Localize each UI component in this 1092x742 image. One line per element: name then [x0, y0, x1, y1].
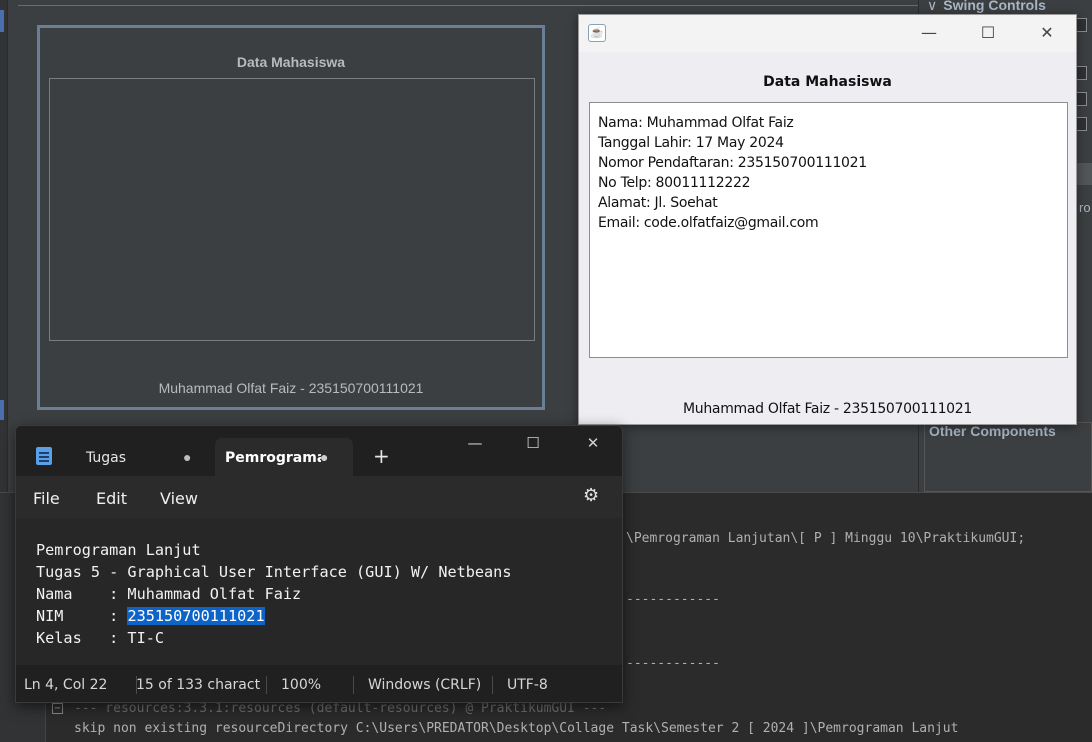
minimize-button[interactable]: — [906, 19, 952, 49]
output-line: --- resources:3.3.1:resources (default-r… [74, 701, 607, 716]
info-line-alamat: Alamat: Jl. Soehat [598, 195, 718, 211]
output-line: \Pemrograman Lanjutan\[ P ] Minggu 10\Pr… [626, 531, 1026, 546]
minimize-button[interactable]: — [446, 428, 504, 460]
swing-content: Data Mahasiswa Nama: Muhammad Olfat Faiz… [579, 52, 1076, 424]
notepad-app-icon [36, 447, 52, 465]
tab-label: Pemrograman Lanjut [225, 450, 321, 466]
palette-category-swing-controls[interactable]: ∨ Swing Controls [927, 0, 1046, 14]
notepad-menubar: File Edit View ⚙ [16, 476, 622, 518]
palette-category-label: Other Components [929, 423, 1056, 439]
design-form-textarea[interactable] [49, 78, 535, 341]
unsaved-dot-icon[interactable]: ● [320, 449, 328, 465]
swing-heading: Data Mahasiswa [763, 74, 892, 90]
swing-titlebar[interactable]: ☕ — ☐ ✕ [579, 15, 1076, 52]
editor-text[interactable]: Pemrograman Lanjut Tugas 5 - Graphical U… [36, 539, 511, 649]
design-form-panel[interactable]: Data Mahasiswa Muhammad Olfat Faiz - 235… [37, 25, 545, 410]
strip-marker [0, 400, 4, 420]
output-line: skip non existing resourceDirectory C:\U… [74, 721, 959, 736]
student-info-textarea[interactable]: Nama: Muhammad Olfat Faiz Tanggal Lahir:… [589, 102, 1068, 358]
close-button[interactable]: ✕ [1024, 19, 1070, 49]
info-line-email: Email: code.olfatfaiz@gmail.com [598, 215, 819, 231]
palette-item-label: ro [1079, 200, 1091, 215]
menu-view[interactable]: View [160, 489, 198, 508]
palette-category-label: Swing Controls [943, 0, 1046, 13]
status-line-ending[interactable]: Windows (CRLF) [368, 677, 481, 693]
notepad-window[interactable]: Tugas ● Pemrograman Lanjut ● + — ☐ ✕ Fil… [15, 425, 623, 703]
menu-file[interactable]: File [33, 489, 60, 508]
editor-line: Pemrograman Lanjut [36, 541, 201, 559]
selected-text[interactable]: 235150700111021 [127, 607, 265, 625]
status-cursor-position[interactable]: Ln 4, Col 22 [24, 677, 107, 693]
output-line: ------------ [626, 656, 720, 671]
status-divider [266, 676, 267, 694]
status-encoding[interactable]: UTF-8 [507, 677, 548, 693]
notepad-statusbar: Ln 4, Col 22 15 of 133 characte 100% Win… [16, 666, 622, 702]
design-form-footer[interactable]: Muhammad Olfat Faiz - 235150700111021 [40, 380, 542, 396]
maximize-button[interactable]: ☐ [504, 428, 562, 460]
fold-toggle-icon[interactable]: − [52, 703, 63, 714]
strip-marker [0, 10, 4, 32]
design-form-title[interactable]: Data Mahasiswa [40, 54, 542, 70]
output-line: ------------ [626, 592, 720, 607]
status-divider [353, 676, 354, 694]
info-line-tanggal-lahir: Tanggal Lahir: 17 May 2024 [598, 135, 784, 151]
tab-tugas[interactable]: Tugas ● [68, 438, 218, 476]
palette-category-other-components[interactable]: Other Components [924, 422, 1092, 492]
unsaved-dot-icon[interactable]: ● [183, 449, 191, 465]
tab-label: Tugas [86, 450, 127, 466]
gear-icon[interactable]: ⚙ [583, 485, 599, 506]
editor-line: Tugas 5 - Graphical User Interface (GUI)… [36, 563, 512, 581]
swing-footer-label: Muhammad Olfat Faiz - 235150700111021 [683, 401, 972, 417]
status-divider [492, 676, 493, 694]
info-line-no-telp: No Telp: 80011112222 [598, 175, 751, 191]
close-button[interactable]: ✕ [564, 428, 622, 460]
editor-line: Kelas : TI-C [36, 629, 165, 647]
editor-line-nim: NIM : 235150700111021 [36, 605, 511, 627]
tab-pemrograman-lanjut[interactable]: Pemrograman Lanjut ● [215, 438, 353, 476]
new-tab-button[interactable]: + [373, 444, 390, 468]
status-zoom[interactable]: 100% [281, 677, 321, 693]
info-line-nomor-pendaftaran: Nomor Pendaftaran: 235150700111021 [598, 155, 867, 171]
info-line-nama: Nama: Muhammad Olfat Faiz [598, 115, 794, 131]
maximize-button[interactable]: ☐ [965, 19, 1011, 49]
editor-line: Nama : Muhammad Olfat Faiz [36, 585, 302, 603]
notepad-tabbar[interactable]: Tugas ● Pemrograman Lanjut ● + — ☐ ✕ [16, 426, 622, 476]
status-char-count[interactable]: 15 of 133 characte [136, 677, 260, 693]
nim-label: NIM : [36, 607, 128, 625]
chevron-down-icon: ∨ [927, 0, 938, 13]
java-icon: ☕ [588, 24, 606, 42]
notepad-editor[interactable]: Pemrograman Lanjut Tugas 5 - Graphical U… [16, 518, 622, 665]
swing-window[interactable]: ☕ — ☐ ✕ Data Mahasiswa Nama: Muhammad Ol… [578, 14, 1077, 425]
menu-edit[interactable]: Edit [96, 489, 127, 508]
